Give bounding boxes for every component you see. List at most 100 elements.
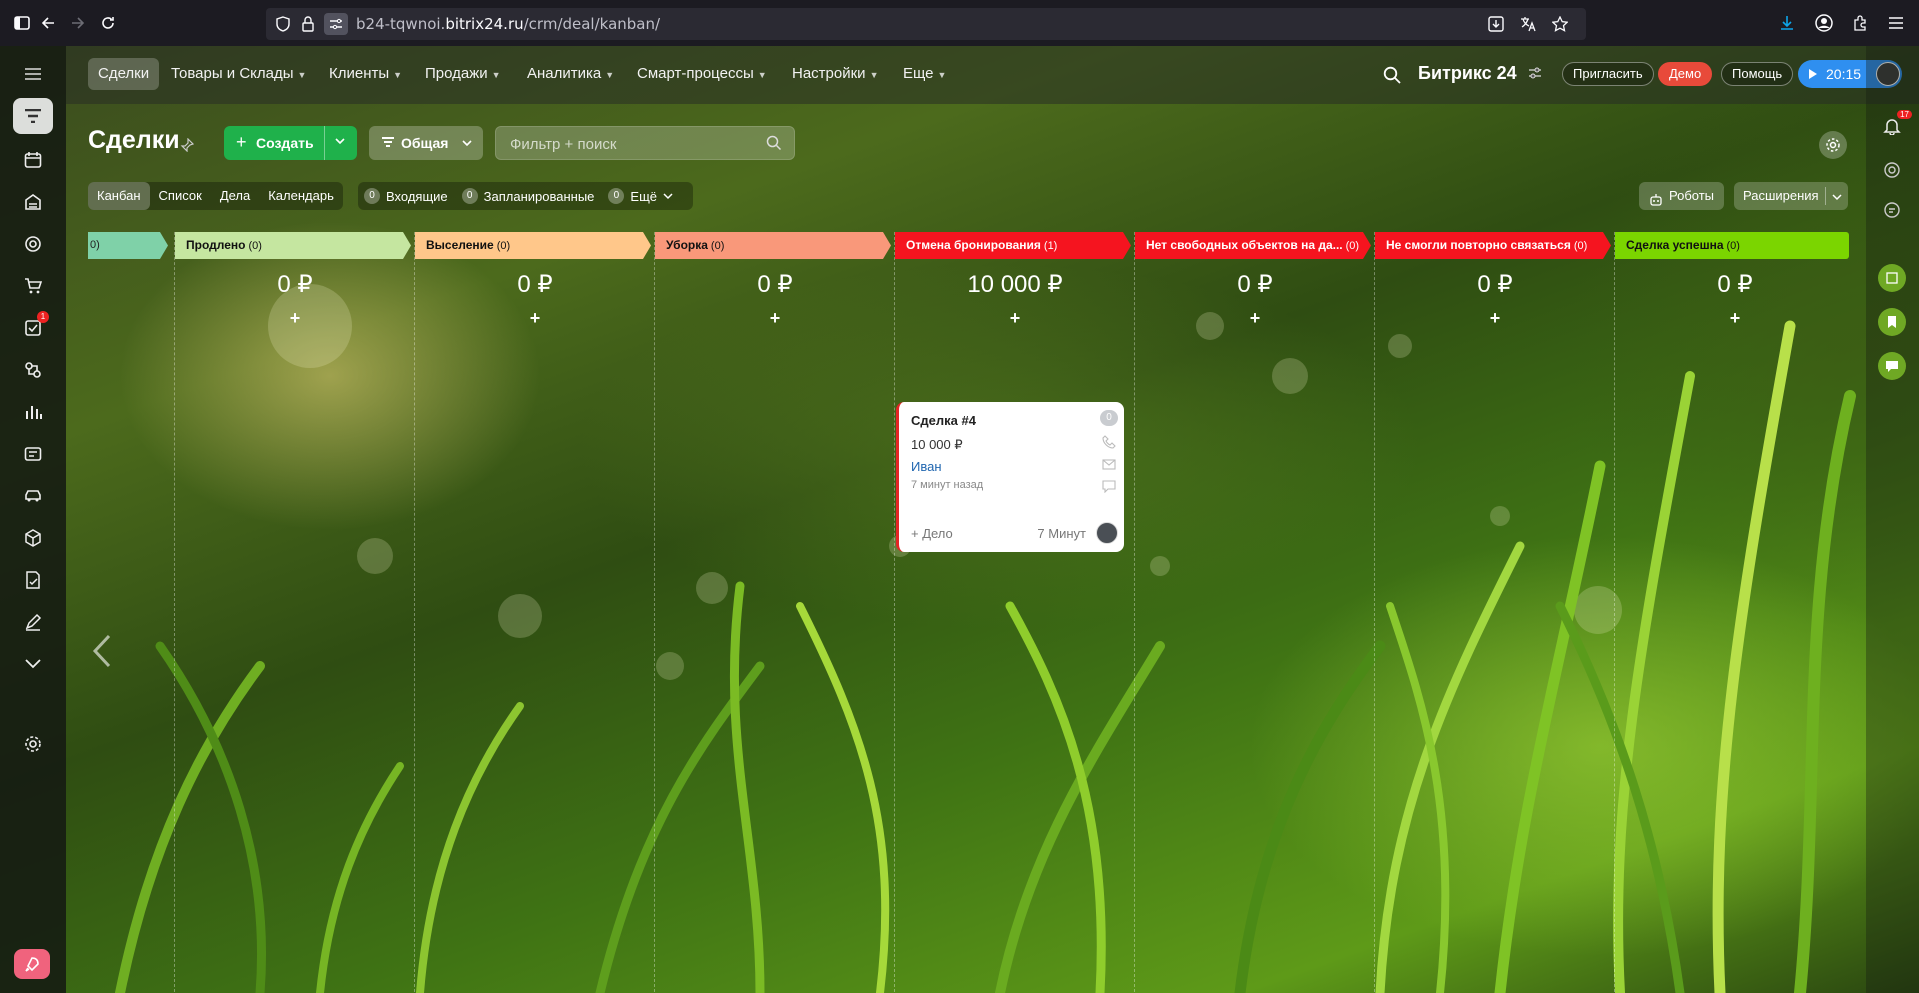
- deal-activity-counter: 0: [1100, 410, 1118, 426]
- search-icon[interactable]: [766, 135, 782, 156]
- counter-planned[interactable]: 0 Запланированные: [461, 188, 594, 204]
- chevron-down-icon[interactable]: [334, 134, 346, 152]
- top-navigation: Сделки Товары и Склады ▼ Клиенты ▼ Продажи…: [66, 46, 1919, 104]
- kanban-column-header[interactable]: Нет свободных объектов на да... (0): [1135, 232, 1371, 259]
- tab-calendar[interactable]: Календарь: [259, 182, 343, 210]
- logo-settings-icon[interactable]: [1528, 66, 1542, 84]
- menu-burger-icon[interactable]: [13, 56, 53, 92]
- nav-item-smart-processes[interactable]: Смарт-процессы ▼: [627, 58, 777, 90]
- brand-logo[interactable]: Битрикс 24: [1418, 63, 1517, 84]
- kanban-column-header[interactable]: Продлено (0): [175, 232, 411, 259]
- tab-activities[interactable]: Дела: [211, 182, 259, 210]
- package-icon[interactable]: [13, 520, 53, 556]
- kanban-column-header[interactable]: Уборка (0): [655, 232, 891, 259]
- messenger-icon[interactable]: [1878, 196, 1906, 224]
- cart-icon[interactable]: [13, 268, 53, 304]
- phone-icon[interactable]: [1102, 435, 1116, 449]
- kanban-add-deal-button[interactable]: +: [1135, 308, 1375, 329]
- shield-icon[interactable]: [276, 16, 290, 37]
- lock-icon[interactable]: [302, 16, 314, 37]
- chevron-down-icon: ▼: [869, 70, 879, 80]
- back-icon[interactable]: [36, 11, 60, 35]
- counter-incoming[interactable]: 0 Входящие: [364, 188, 448, 204]
- bookmark-star-icon[interactable]: [1551, 15, 1569, 37]
- kanban-settings-gear-icon[interactable]: [1819, 131, 1847, 159]
- reload-icon[interactable]: [96, 11, 120, 35]
- invite-button[interactable]: Пригласить: [1562, 62, 1654, 86]
- nav-item-more[interactable]: Еще ▼: [893, 58, 956, 90]
- kanban-add-deal-button[interactable]: +: [1375, 308, 1615, 329]
- search-input[interactable]: [510, 133, 750, 155]
- menu-icon[interactable]: [1884, 11, 1908, 35]
- counter-more[interactable]: 0 Ещё: [608, 188, 673, 204]
- reader-view-icon[interactable]: [1488, 16, 1504, 37]
- kanban-add-deal-button[interactable]: +: [655, 308, 895, 329]
- download-icon[interactable]: [1775, 11, 1799, 35]
- email-icon[interactable]: [1102, 457, 1116, 471]
- tasks-icon[interactable]: 1: [13, 310, 53, 346]
- kanban-add-deal-button[interactable]: +: [1615, 308, 1855, 329]
- extensions-button[interactable]: Расширения: [1734, 182, 1848, 210]
- scroll-left-arrow-icon[interactable]: [92, 634, 112, 673]
- filter-search-field[interactable]: [495, 126, 795, 160]
- sidebar-toggle-icon[interactable]: [10, 11, 34, 35]
- nav-item-products[interactable]: Товары и Склады ▼: [161, 58, 316, 90]
- translate-icon[interactable]: [1520, 16, 1536, 37]
- extensions-icon[interactable]: [1848, 11, 1872, 35]
- deal-title[interactable]: Сделка #4: [911, 413, 976, 428]
- nav-item-clients[interactable]: Клиенты ▼: [319, 58, 412, 90]
- kanban-column-header-partial[interactable]: 0): [88, 232, 168, 259]
- warehouse-icon[interactable]: [13, 184, 53, 220]
- chevron-down-icon[interactable]: [13, 646, 53, 682]
- chevron-down-icon: ▼: [605, 70, 615, 80]
- forward-icon[interactable]: [66, 11, 90, 35]
- tab-list[interactable]: Список: [150, 182, 211, 210]
- create-button[interactable]: + Создать: [224, 126, 357, 160]
- rocket-icon[interactable]: [14, 949, 50, 979]
- car-icon[interactable]: [13, 478, 53, 514]
- open-lines-icon[interactable]: [1878, 264, 1906, 292]
- chevron-down-icon[interactable]: [1832, 184, 1842, 212]
- avatar[interactable]: [1096, 522, 1118, 544]
- pin-icon[interactable]: [180, 137, 195, 157]
- kanban-add-deal-button[interactable]: +: [895, 308, 1135, 329]
- notifications-bell-icon[interactable]: 17: [1878, 110, 1912, 140]
- kanban-column-header[interactable]: Не смогли повторно связаться (0): [1375, 232, 1611, 259]
- chevron-down-icon: ▼: [937, 70, 947, 80]
- analytics-icon[interactable]: [13, 394, 53, 430]
- url-bar[interactable]: b24-tqwnoi.bitrix24.ru/crm/deal/kanban/: [266, 8, 1586, 40]
- nav-item-settings[interactable]: Настройки ▼: [782, 58, 888, 90]
- tab-kanban[interactable]: Канбан: [88, 182, 150, 210]
- kanban-column-header[interactable]: Отмена бронирования (1): [895, 232, 1131, 259]
- calendar-icon[interactable]: [13, 142, 53, 178]
- chat-bubble-icon[interactable]: [1878, 352, 1906, 380]
- kanban-column-header[interactable]: Выселение (0): [415, 232, 651, 259]
- kanban-column-header[interactable]: Сделка успешна (0): [1615, 232, 1849, 259]
- automation-icon[interactable]: [13, 352, 53, 388]
- deal-card[interactable]: Сделка #4 0 10 000 ₽ Иван 7 минут назад …: [896, 402, 1124, 552]
- kanban-add-deal-button[interactable]: +: [175, 308, 415, 329]
- account-icon[interactable]: [1812, 11, 1836, 35]
- demo-badge[interactable]: Демо: [1658, 62, 1713, 86]
- category-selector[interactable]: Общая: [369, 126, 483, 160]
- kanban-add-deal-button[interactable]: +: [415, 308, 655, 329]
- settings-gear-icon[interactable]: [13, 726, 53, 762]
- chat-icon[interactable]: [1102, 479, 1116, 494]
- help-button[interactable]: Помощь: [1721, 62, 1794, 86]
- document-sign-icon[interactable]: [13, 562, 53, 598]
- add-activity-button[interactable]: + Дело: [911, 526, 953, 541]
- pen-icon[interactable]: [13, 604, 53, 640]
- copilot-icon[interactable]: [1878, 156, 1906, 184]
- search-icon[interactable]: [1383, 66, 1401, 89]
- crm-funnel-icon[interactable]: [13, 98, 53, 134]
- nav-item-deals[interactable]: Сделки: [88, 58, 160, 90]
- robots-button[interactable]: Роботы: [1639, 182, 1725, 210]
- terminal-icon[interactable]: [13, 436, 53, 472]
- permissions-icon[interactable]: [324, 13, 348, 35]
- nav-item-analytics[interactable]: Аналитика ▼: [517, 58, 624, 90]
- target-icon[interactable]: [13, 226, 53, 262]
- nav-item-sales[interactable]: Продажи ▼: [415, 58, 511, 90]
- kanban-column: Отмена бронирования (1) 10 000 ₽ +: [894, 232, 1131, 992]
- bookmark-icon[interactable]: [1878, 308, 1906, 336]
- deal-contact-link[interactable]: Иван: [911, 459, 942, 474]
